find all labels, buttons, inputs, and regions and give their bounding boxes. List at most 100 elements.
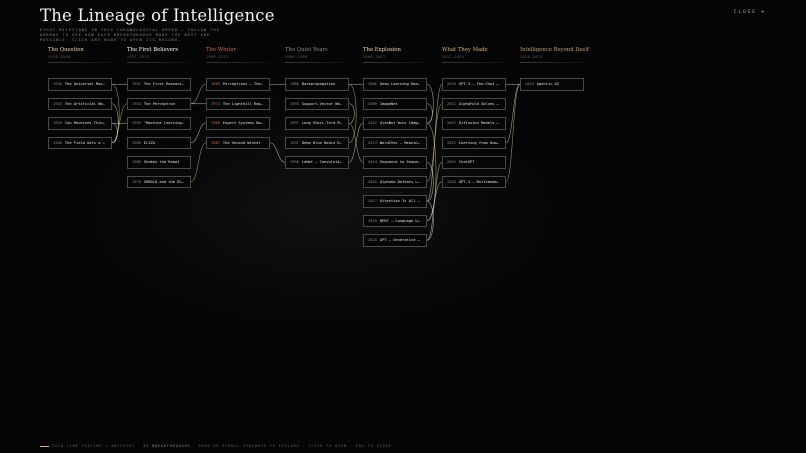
node-year: 1943 [53, 101, 62, 106]
timeline-node[interactable]: 1980 Expert Systems Boom [206, 117, 270, 130]
node-year: 2022 [447, 160, 456, 165]
node-year: 2013 [368, 140, 377, 145]
node-title: The First Reasoning Machine [143, 82, 186, 87]
node-year: 1980 [211, 121, 220, 126]
ancestry-link [348, 83, 357, 144]
node-year: 2009 [368, 101, 377, 106]
node-year: 1973 [211, 101, 220, 106]
ancestry-link [505, 83, 521, 183]
timeline-node[interactable]: 2023GPT-4 — Multimodal Reasoning [442, 175, 506, 188]
timeline-node[interactable]: 1950 Can Machines Think? [48, 117, 112, 130]
timeline-node[interactable]: 1987 The Second Winter [206, 136, 270, 149]
timeline-node[interactable]: 1957The First Reasoning Machine [127, 78, 191, 91]
node-year: 2017 [368, 199, 377, 204]
timeline-node[interactable]: 2017Attention Is All You Need [363, 195, 427, 208]
node-year: 2014 [368, 160, 377, 165]
node-year: 1957 [132, 82, 141, 87]
node-year: 1995 [290, 101, 299, 106]
node-title: Expert Systems Boom [222, 121, 265, 126]
timeline-node[interactable]: 1966 ELIZA [127, 136, 191, 149]
node-title: GPT — Generative Pre-training [379, 238, 422, 243]
node-year: 1956 [53, 140, 62, 145]
node-year: 1959 [132, 121, 141, 126]
node-year: 2023 [447, 179, 456, 184]
timeline-node[interactable]: 1970SHRDLU and the Blocks World [127, 175, 191, 188]
ancestry-link [111, 83, 120, 144]
node-year: 2006 [368, 82, 377, 87]
node-title: The Field Gets a Name [64, 140, 107, 145]
timeline-node[interactable]: 1986 Backpropagation [285, 78, 349, 91]
timeline-node[interactable]: 2018GPT — Generative Pre-training [363, 234, 427, 247]
node-title: Shakey the Robot [143, 160, 180, 165]
node-year: 1969 [211, 82, 220, 87]
node-title: LeNet — Convolutional Networks [301, 160, 344, 165]
node-title: The Universal Machine [64, 82, 107, 87]
node-year: 1958 [132, 101, 141, 106]
node-title: Support-Vector Networks [301, 101, 344, 106]
ancestry-link [190, 122, 207, 144]
ancestry-link [190, 142, 207, 183]
ancestry-link [348, 122, 364, 163]
node-title: Can Machines Think? [64, 121, 107, 126]
timeline-node[interactable]: 2018BERT — Language Understanding [363, 214, 427, 227]
timeline-node[interactable]: 2024 Agentic AI [520, 78, 584, 91]
node-title: The Lighthill Report [222, 101, 265, 106]
node-title: BERT — Language Understanding [379, 218, 422, 223]
timeline-node[interactable]: 2022Diffusion Models — Making Images [442, 117, 506, 130]
timeline-node[interactable]: 1997Deep Blue Beats Kasparov [285, 136, 349, 149]
node-year: 2021 [447, 101, 456, 106]
timeline-node[interactable]: 2006Deep Learning Reawakens [363, 78, 427, 91]
node-year: 1986 [290, 82, 299, 87]
timeline-node[interactable]: 1973 The Lighthill Report [206, 97, 270, 110]
ancestry-link [426, 161, 434, 202]
node-year: 1966 [132, 140, 141, 145]
timeline-node[interactable]: 1936 The Universal Machine [48, 78, 112, 91]
timeline-node[interactable]: 2012 AlexNet Wins ImageNet [363, 117, 427, 130]
timeline-node[interactable]: 1997Long Short-Term Memory [285, 117, 349, 130]
node-year: 2018 [368, 238, 377, 243]
timeline-node[interactable]: 2022Learning from Human Feedback [442, 136, 506, 149]
timeline-node[interactable]: 2009 ImageNet [363, 97, 427, 110]
node-title: Agentic AI [536, 82, 560, 87]
ancestry-link [348, 103, 355, 124]
node-title: AlexNet Wins ImageNet [379, 121, 422, 126]
node-title: ImageNet [379, 101, 398, 106]
timeline-node[interactable]: 2016AlphaGo Defeats Lee Sedol [363, 175, 427, 188]
timeline-node[interactable]: 2021AlphaFold Solves Protein Folding [442, 97, 506, 110]
node-year: 2018 [368, 218, 377, 223]
node-title: The Second Winter [222, 140, 261, 145]
node-title: Attention Is All You Need [379, 199, 422, 204]
node-year: 2024 [525, 82, 534, 87]
node-year: 1936 [53, 82, 62, 87]
ancestry-link [426, 103, 443, 183]
timeline-node[interactable]: 1998LeNet — Convolutional Networks [285, 156, 349, 169]
node-title: The Artificial Neuron [64, 101, 107, 106]
node-year: 1966 [132, 160, 141, 165]
timeline-node[interactable]: 1995Support-Vector Networks [285, 97, 349, 110]
timeline-node[interactable]: 1966 Shakey the Robot [127, 156, 191, 169]
node-year: 2022 [447, 121, 456, 126]
node-title: Perceptrons — The Fall [222, 82, 265, 87]
timeline-node[interactable]: 2020GPT-3 — Few-Shot Learning [442, 78, 506, 91]
ancestry-link [190, 83, 207, 105]
node-title: SHRDLU and the Blocks World [143, 179, 186, 184]
ancestry-link [426, 103, 433, 124]
node-year: 1987 [211, 140, 220, 145]
node-title: The Perceptron [143, 101, 175, 106]
timeline-node[interactable]: 1969Perceptrons — The Fall [206, 78, 270, 91]
node-title: Deep Blue Beats Kasparov [301, 140, 344, 145]
timeline-node[interactable]: 1956 The Field Gets a Name [48, 136, 112, 149]
node-title: Backpropagation [301, 82, 336, 87]
node-year: 1950 [53, 121, 62, 126]
timeline-node[interactable]: 1958 The Perceptron [127, 97, 191, 110]
node-title: AlphaGo Defeats Lee Sedol [379, 179, 422, 184]
node-year: 2020 [447, 82, 456, 87]
timeline-node[interactable]: 2022 ChatGPT [442, 156, 506, 169]
ancestry-link [426, 181, 443, 222]
timeline-node[interactable]: 1959"Machine Learning" Is Coined [127, 117, 191, 130]
timeline-node[interactable]: 2014Sequence to Sequence Learning [363, 156, 427, 169]
node-title: GPT-3 — Few-Shot Learning [458, 82, 501, 87]
timeline-node[interactable]: 2013Word2Vec — Meaning as Vectors [363, 136, 427, 149]
node-year: 2022 [447, 140, 456, 145]
timeline-node[interactable]: 1943 The Artificial Neuron [48, 97, 112, 110]
